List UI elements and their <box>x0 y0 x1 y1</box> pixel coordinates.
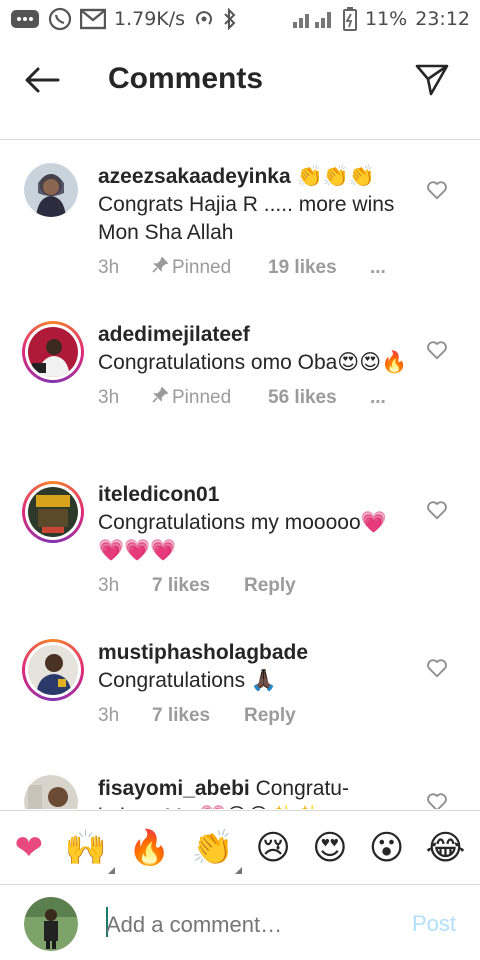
paper-plane-icon <box>415 64 449 96</box>
emoji-crying-face[interactable]: 😢 <box>255 828 290 868</box>
comment-username[interactable]: azeezsakaadeyinka <box>98 165 291 188</box>
status-bar: 1.79K/s 11% 23:12 <box>0 0 480 38</box>
post-button[interactable]: Post <box>412 911 456 937</box>
more-options[interactable]: ... <box>370 387 386 409</box>
comment-item: fisayomi_abebi Congratu-lations Mo 💗😊😊✨✨ <box>0 771 480 809</box>
pinned-label: Pinned <box>172 387 232 408</box>
heart-outline-icon <box>427 181 447 200</box>
whatsapp-icon <box>48 7 72 31</box>
more-options[interactable]: ... <box>370 257 386 279</box>
avatar[interactable] <box>22 321 84 383</box>
emoji-fire[interactable]: 🔥 <box>128 828 170 868</box>
heart-outline-icon <box>427 793 447 809</box>
pin-icon <box>152 386 172 409</box>
pinned-label: Pinned <box>172 257 232 278</box>
share-button[interactable] <box>412 60 452 100</box>
gmail-icon <box>80 8 106 30</box>
emoji-open-mouth[interactable]: 😮 <box>369 828 404 868</box>
heart-outline-icon <box>427 341 447 360</box>
arrow-left-icon <box>25 67 60 93</box>
like-button[interactable] <box>426 179 448 201</box>
reply-button[interactable]: Reply <box>244 575 296 597</box>
skin-tone-indicator <box>107 866 115 874</box>
comments-header: Comments <box>0 38 480 140</box>
skin-tone-indicator <box>235 866 243 874</box>
comment-username[interactable]: fisayomi_abebi <box>98 777 250 800</box>
likes-count[interactable]: 56 likes <box>268 387 370 409</box>
back-button[interactable] <box>22 60 62 100</box>
battery-icon <box>343 7 357 31</box>
comment-item: adedimejilateef Congratulations omo Oba😍… <box>0 301 480 461</box>
comment-time: 3h <box>98 257 120 278</box>
like-button[interactable] <box>426 657 448 679</box>
avatar[interactable] <box>22 481 84 543</box>
messages-icon <box>10 8 40 30</box>
network-speed: 1.79K/s <box>114 8 186 30</box>
likes-count[interactable]: 7 likes <box>152 575 244 597</box>
comment-text: Congrats Hajia R ..... more wins Mon Sha… <box>98 193 395 244</box>
comment-input[interactable] <box>106 909 386 941</box>
hotspot-icon <box>193 8 215 30</box>
comment-time: 3h <box>98 575 120 596</box>
heart-outline-icon <box>427 501 447 520</box>
comment-text: Congratulations 🙏🏿 <box>98 669 278 692</box>
comment-composer: Post <box>0 884 480 960</box>
reply-button[interactable]: Reply <box>244 705 296 727</box>
quick-emoji-bar: ❤ 🙌 🔥 👏 😢 😍 😮 😂 <box>0 810 480 884</box>
signal-icon <box>289 8 335 30</box>
comment-item: mustiphasholagbade Congratulations 🙏🏿 3h… <box>0 621 480 751</box>
current-user-avatar <box>24 897 78 951</box>
comment-item: azeezsakaadeyinka 👏👏👏 Congrats Hajia R .… <box>0 141 480 301</box>
avatar[interactable] <box>24 163 78 217</box>
comments-list[interactable]: azeezsakaadeyinka 👏👏👏 Congrats Hajia R .… <box>0 141 480 809</box>
avatar[interactable] <box>22 639 84 701</box>
comment-username[interactable]: mustiphasholagbade <box>98 641 308 664</box>
pin-icon <box>152 256 172 279</box>
likes-count[interactable]: 19 likes <box>268 257 370 279</box>
page-title: Comments <box>108 62 264 95</box>
comment-username[interactable]: adedimejilateef <box>98 323 250 346</box>
emoji-heart-eyes[interactable]: 😍 <box>312 828 347 868</box>
comment-emojis: 👏👏👏 <box>296 165 375 188</box>
like-button[interactable] <box>426 499 448 521</box>
comment-time: 3h <box>98 387 120 408</box>
emoji-raising-hands[interactable]: 🙌 <box>64 828 115 874</box>
clock: 23:12 <box>415 8 470 30</box>
comment-item: iteledicon01 Congratulations my mooooo💗💗… <box>0 461 480 621</box>
emoji-heart[interactable]: ❤ <box>15 828 44 868</box>
comment-text: Congratulations my mooooo💗💗💗💗 <box>98 511 387 562</box>
avatar[interactable] <box>24 775 78 809</box>
battery-level: 11% <box>365 8 408 30</box>
comment-username[interactable]: iteledicon01 <box>98 483 219 506</box>
like-button[interactable] <box>426 791 448 809</box>
like-button[interactable] <box>426 339 448 361</box>
bluetooth-icon <box>223 8 237 30</box>
comment-time: 3h <box>98 705 120 726</box>
heart-outline-icon <box>427 659 447 678</box>
comment-text: Congratulations omo Oba😍😍🔥 <box>98 351 408 374</box>
emoji-clapping-hands[interactable]: 👏 <box>192 828 243 874</box>
emoji-tears-of-joy[interactable]: 😂 <box>426 828 466 868</box>
likes-count[interactable]: 7 likes <box>152 705 244 727</box>
